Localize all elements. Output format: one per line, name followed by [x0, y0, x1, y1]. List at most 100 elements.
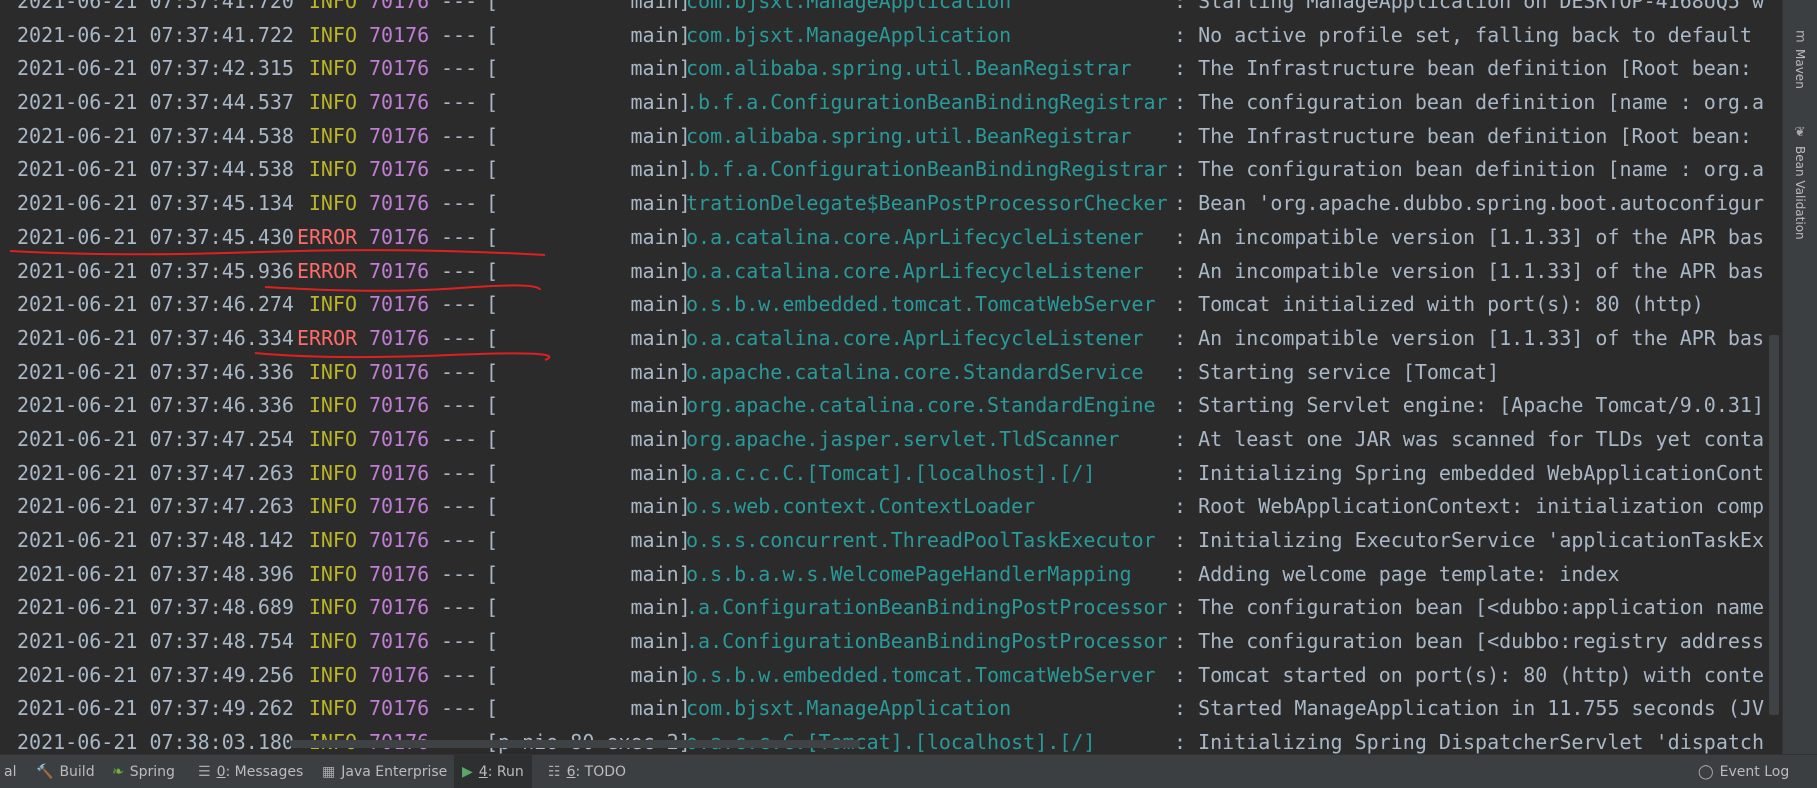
run-console-output[interactable]: 2021-06-21 07:37:41.720 INFO 70176 --- [ mai… [0, 0, 1783, 754]
log-separator: --- [441, 595, 478, 620]
bean-validation-tool-tab[interactable]: ❦ Bean Validation [1787, 125, 1813, 240]
log-logger: o.s.s.concurrent.ThreadPoolTaskExecutor [686, 528, 1156, 552]
maven-icon: m [1792, 30, 1808, 43]
log-logger: o.s.web.context.ContextLoader [686, 494, 1036, 519]
log-timestamp: 2021-06-21 07:37:48.142 [17, 528, 294, 552]
log-message: : Initializing ExecutorService 'applicat… [1174, 528, 1765, 552]
log-separator: --- [441, 393, 478, 418]
log-message: : No active profile set, falling back to… [1174, 22, 1752, 47]
log-thread: [ main] [486, 359, 691, 384]
log-pid: 70176 [369, 224, 430, 249]
log-thread: [ main] [486, 224, 691, 249]
log-separator: --- [441, 157, 478, 182]
log-timestamp: 2021-06-21 07:37:46.274 [17, 292, 294, 317]
java-enterprise-tab[interactable]: ▦ Java Enterprise [314, 755, 455, 788]
log-line: 2021-06-21 07:37:41.722 INFO 70176 --- [ mai… [0, 19, 1764, 53]
log-timestamp: 2021-06-21 07:37:45.134 [17, 191, 294, 216]
log-message: : Starting ManageApplication on DESKTOP-… [1174, 0, 1765, 13]
build-tab[interactable]: 🔨 Build [28, 755, 103, 788]
tool-window-bar: al 🔨 Build ❧ Spring ☰ 0: Messages ▦ Java… [0, 754, 1817, 788]
terminal-tab[interactable]: al [0, 755, 24, 788]
log-pid: 70176 [369, 561, 430, 586]
messages-tab[interactable]: ☰ 0: Messages [190, 755, 311, 788]
log-line: 2021-06-21 07:37:44.537 INFO 70176 --- [ mai… [0, 86, 1764, 120]
log-line: 2021-06-21 07:37:49.262 INFO 70176 --- [ mai… [0, 692, 1764, 726]
log-level: INFO [308, 0, 357, 13]
log-separator: --- [441, 0, 478, 13]
log-thread: [ main] [486, 561, 691, 586]
build-label: Build [59, 763, 95, 780]
log-line: 2021-06-21 07:37:45.134 INFO 70176 --- [ mai… [0, 187, 1764, 221]
log-level: INFO [308, 528, 357, 552]
log-message: : Root WebApplicationContext: initializa… [1174, 494, 1765, 519]
log-logger: .b.f.a.ConfigurationBeanBindingRegistrar [686, 157, 1168, 182]
log-level: ERROR [297, 325, 358, 350]
vertical-scrollbar[interactable] [1769, 335, 1779, 715]
log-message: : At least one JAR was scanned for TLDs … [1174, 426, 1765, 451]
log-level: INFO [308, 22, 357, 47]
log-level: INFO [308, 393, 357, 418]
log-level: INFO [308, 595, 357, 620]
log-level: INFO [308, 561, 357, 586]
log-logger: com.bjsxt.ManageApplication [686, 696, 1012, 721]
log-level: INFO [308, 90, 357, 115]
log-thread: [ main] [486, 528, 691, 552]
todo-icon: ☷ [548, 763, 561, 780]
log-line: 2021-06-21 07:37:44.538 INFO 70176 --- [ mai… [0, 153, 1764, 187]
log-logger: com.alibaba.spring.util.BeanRegistrar [686, 56, 1132, 81]
spring-tab[interactable]: ❧ Spring [104, 755, 183, 788]
log-thread: [ main] [486, 629, 691, 654]
log-timestamp: 2021-06-21 07:37:49.262 [17, 696, 294, 721]
log-line: 2021-06-21 07:37:45.936 ERROR 70176 --- [ ma… [0, 255, 1764, 289]
run-tab[interactable]: ▶ 4: Run [454, 755, 532, 788]
todo-label: : TODO [575, 763, 627, 780]
log-message: : Tomcat initialized with port(s): 80 (h… [1174, 292, 1704, 317]
log-thread: [ main] [486, 123, 691, 148]
run-icon: ▶ [462, 763, 473, 780]
log-separator: --- [441, 123, 478, 148]
log-timestamp: 2021-06-21 07:37:42.315 [17, 56, 294, 81]
log-line: 2021-06-21 07:37:45.430 ERROR 70176 --- [ ma… [0, 221, 1764, 255]
log-pid: 70176 [369, 528, 430, 552]
log-pid: 70176 [369, 460, 430, 485]
log-line: 2021-06-21 07:37:48.754 INFO 70176 --- [ mai… [0, 625, 1764, 659]
log-line: 2021-06-21 07:37:49.256 INFO 70176 --- [ mai… [0, 659, 1764, 693]
log-logger: .a.ConfigurationBeanBindingPostProcessor [686, 629, 1168, 654]
log-level: INFO [308, 662, 357, 687]
run-label: : Run [487, 763, 524, 780]
log-level: ERROR [297, 224, 358, 249]
log-pid: 70176 [369, 258, 430, 283]
log-timestamp: 2021-06-21 07:37:41.720 [17, 0, 294, 13]
messages-label: : Messages [225, 763, 304, 780]
log-timestamp: 2021-06-21 07:37:45.936 [17, 258, 294, 283]
log-message: : Initializing Spring DispatcherServlet … [1174, 730, 1765, 754]
log-timestamp: 2021-06-21 07:37:46.336 [17, 359, 294, 384]
log-thread: [ main] [486, 426, 691, 451]
todo-tab[interactable]: ☷ 6: TODO [540, 755, 634, 788]
log-timestamp: 2021-06-21 07:37:47.254 [17, 426, 294, 451]
log-message: : Starting Servlet engine: [Apache Tomca… [1174, 393, 1765, 418]
log-message: : The configuration bean [<dubbo:applica… [1174, 595, 1765, 620]
log-line: 2021-06-21 07:37:46.336 INFO 70176 --- [ mai… [0, 389, 1764, 423]
log-message: : Bean 'org.apache.dubbo.spring.boot.aut… [1174, 191, 1765, 216]
log-logger: o.a.catalina.core.AprLifecycleListener [686, 325, 1144, 350]
log-pid: 70176 [369, 325, 430, 350]
log-timestamp: 2021-06-21 07:37:48.396 [17, 561, 294, 586]
log-message: : An incompatible version [1.1.33] of th… [1174, 258, 1765, 283]
log-level: INFO [308, 157, 357, 182]
log-level: INFO [308, 123, 357, 148]
log-level: INFO [308, 460, 357, 485]
log-pid: 70176 [369, 22, 430, 47]
log-line: 2021-06-21 07:37:46.336 INFO 70176 --- [ mai… [0, 356, 1764, 390]
log-separator: --- [441, 56, 478, 81]
log-thread: [ main] [486, 90, 691, 115]
event-log-tab[interactable]: ◯ Event Log [1690, 755, 1797, 788]
horizontal-scrollbar[interactable] [290, 740, 860, 748]
log-level: INFO [308, 426, 357, 451]
log-lines: 2021-06-21 07:37:41.720 INFO 70176 --- [ mai… [0, 0, 1764, 754]
maven-tool-tab[interactable]: m Maven [1787, 30, 1813, 88]
log-separator: --- [441, 292, 478, 317]
log-pid: 70176 [369, 0, 430, 13]
log-logger: o.apache.catalina.core.StandardService [686, 359, 1144, 384]
log-line: 2021-06-21 07:37:47.263 INFO 70176 --- [ mai… [0, 457, 1764, 491]
